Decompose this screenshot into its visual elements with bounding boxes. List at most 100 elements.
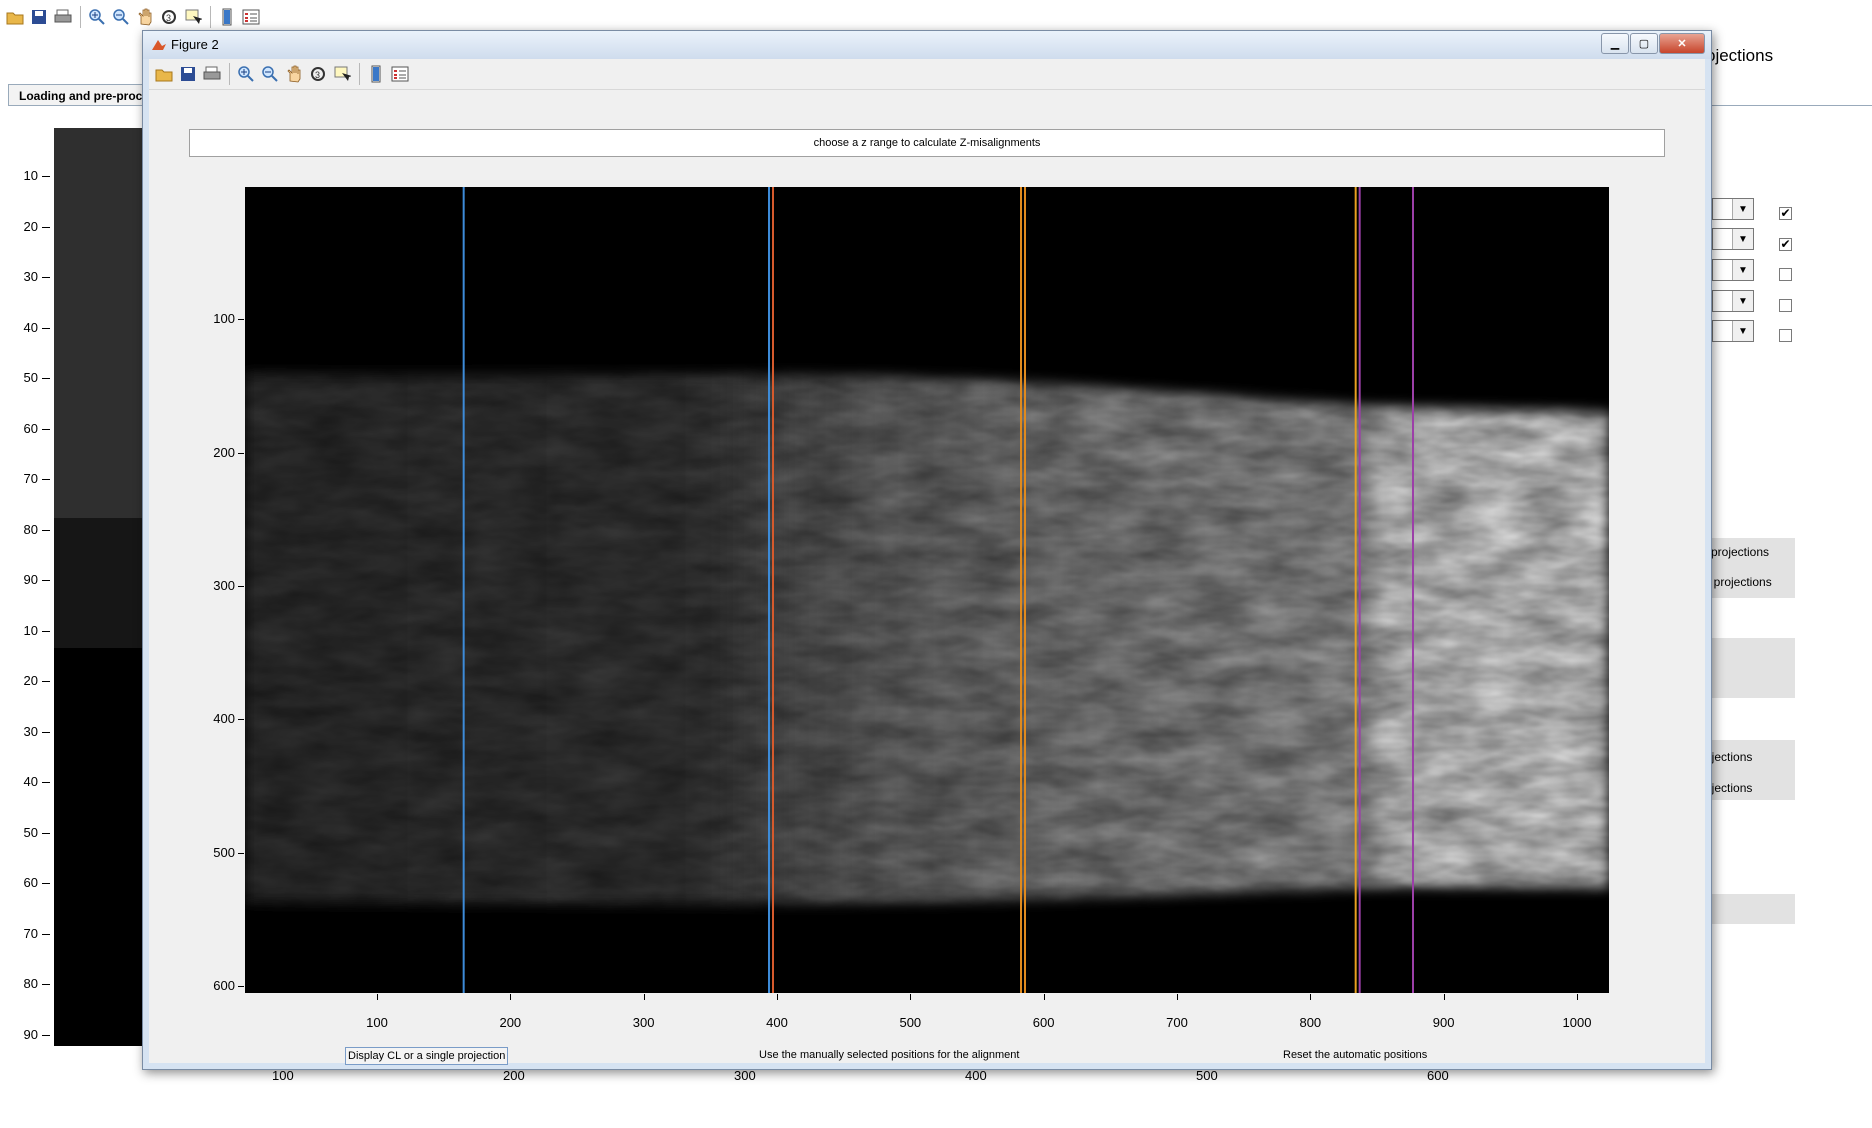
background-checkbox[interactable] — [1779, 329, 1792, 342]
projections-button-2[interactable]: ll projections — [1705, 575, 1772, 589]
background-y-tick: 30 — [0, 269, 50, 284]
plot-y-tick-mark — [238, 719, 244, 721]
colorbar-icon[interactable] — [365, 63, 387, 85]
print-icon[interactable] — [201, 63, 223, 85]
background-x-tick: 400 — [965, 1068, 987, 1083]
dropdown-2[interactable]: ▼ — [1712, 228, 1754, 250]
figure-titlebar[interactable]: Figure 2 ▁ ▢ ✕ — [143, 31, 1711, 59]
plot-x-tick-mark — [1177, 994, 1178, 1000]
zoom-in-icon[interactable] — [86, 6, 108, 28]
background-y-tick: 40 — [0, 320, 50, 335]
background-y-tick: 40 — [0, 774, 50, 789]
background-x-tick: 300 — [734, 1068, 756, 1083]
dropdown-5[interactable]: ▼ — [1712, 320, 1754, 342]
plot-y-tick-mark — [238, 319, 244, 321]
plot-x-tick-mark — [910, 994, 912, 1000]
background-y-tick: 10 — [0, 168, 50, 183]
plot-y-tick-mark — [238, 452, 244, 454]
rotate-icon[interactable]: 3 — [158, 6, 180, 28]
dropdown-3[interactable]: ▼ — [1712, 259, 1754, 281]
colorbar-icon[interactable] — [216, 6, 238, 28]
save-icon[interactable] — [28, 6, 50, 28]
background-y-tick: 80 — [0, 522, 50, 537]
projections-button-4[interactable]: ojections — [1705, 781, 1752, 795]
plot-x-tick-mark — [643, 994, 645, 1000]
svg-text:3: 3 — [315, 70, 320, 80]
plot-x-tick-label: 100 — [366, 1015, 388, 1030]
figure-window: Figure 2 ▁ ▢ ✕ 3 choose a z range to cal… — [142, 30, 1712, 1070]
background-checkbox[interactable]: ✔ — [1779, 237, 1792, 251]
background-y-tick: 30 — [0, 724, 50, 739]
plot-x-tick-label: 400 — [766, 1015, 788, 1030]
background-y-tick: 90 — [0, 572, 50, 587]
plot-x-tick-label: 800 — [1299, 1015, 1322, 1030]
plot-x-tick-label: 200 — [499, 1015, 522, 1030]
dropdown-1[interactable]: ▼ — [1712, 198, 1754, 220]
plot-y-tick-mark — [238, 585, 244, 587]
plot-y-tick-label: 400 — [213, 711, 235, 727]
plot-x-tick-label: 300 — [632, 1015, 655, 1030]
open-icon[interactable] — [153, 63, 175, 85]
data-cursor-icon[interactable] — [182, 6, 204, 28]
background-checkbox[interactable] — [1779, 298, 1792, 312]
tab-loading-preprocessing[interactable]: Loading and pre-proc — [8, 84, 148, 106]
display-cl-button[interactable]: Display CL or a single projection — [345, 1047, 509, 1065]
open-icon[interactable] — [4, 6, 26, 28]
figure-client-area: 3 choose a z range to calculate Z-misali… — [149, 59, 1705, 1065]
background-y-tick: 60 — [0, 421, 50, 436]
background-checkbox[interactable]: ✔ — [1779, 207, 1792, 220]
plot-x-tick-mark — [377, 994, 378, 1000]
minimize-button[interactable]: ▁ — [1601, 33, 1629, 54]
plot-y-tick-label: 500 — [213, 844, 235, 860]
blank-button[interactable] — [1705, 638, 1795, 698]
pan-icon[interactable] — [283, 63, 305, 85]
dropdown-4[interactable]: ▼ — [1712, 290, 1754, 312]
background-x-tick: 500 — [1196, 1068, 1218, 1083]
bottom-right-button[interactable]: s — [1705, 894, 1795, 924]
background-y-tick: 50 — [0, 825, 50, 840]
rotate-icon[interactable]: 3 — [307, 63, 329, 85]
plot-x-tick-mark — [777, 994, 778, 1000]
zoom-in-icon[interactable] — [235, 63, 257, 85]
background-x-tick: 100 — [272, 1068, 294, 1083]
plot-y-tick-label: 300 — [213, 577, 235, 593]
projections-button-1[interactable]: l projections — [1705, 545, 1769, 559]
background-y-tick: 20 — [0, 673, 50, 688]
plot-x-tick-mark — [1577, 994, 1578, 1000]
projection-image-axes[interactable] — [245, 187, 1609, 993]
background-x-tick: 200 — [503, 1068, 525, 1083]
background-y-tick: 10 — [0, 623, 50, 638]
projections-button-group-2: ojections ojections — [1705, 740, 1795, 800]
plot-y-tick-label: 600 — [213, 978, 235, 994]
plot-x-tick-label: 700 — [1166, 1015, 1188, 1030]
figure-title: Figure 2 — [171, 37, 219, 52]
maximize-button[interactable]: ▢ — [1630, 33, 1658, 54]
pan-icon[interactable] — [134, 6, 156, 28]
matlab-icon — [151, 38, 167, 55]
legend-icon[interactable] — [389, 63, 411, 85]
plot-x-tick-label: 900 — [1432, 1015, 1455, 1030]
background-checkbox[interactable] — [1779, 268, 1792, 281]
zoom-out-icon[interactable] — [259, 63, 281, 85]
plot-x-tick-label: 1000 — [1562, 1015, 1592, 1030]
plot-x-tick-mark — [1310, 994, 1312, 1000]
plot-x-tick-label: 600 — [1032, 1015, 1055, 1030]
print-icon[interactable] — [52, 6, 74, 28]
background-y-tick: 80 — [0, 976, 50, 991]
use-manual-positions-button[interactable]: Use the manually selected positions for … — [759, 1047, 1019, 1063]
projections-button-3[interactable]: ojections — [1705, 750, 1752, 764]
data-cursor-icon[interactable] — [331, 63, 353, 85]
background-y-tick: 70 — [0, 926, 50, 941]
legend-icon[interactable] — [240, 6, 262, 28]
reset-automatic-positions-button[interactable]: Reset the automatic positions — [1283, 1047, 1427, 1063]
zoom-out-icon[interactable] — [110, 6, 132, 28]
background-image-axes — [54, 128, 154, 1046]
plot-x-tick-mark — [510, 994, 512, 1000]
projection-image — [245, 187, 1609, 993]
background-y-tick: 60 — [0, 875, 50, 890]
close-button[interactable]: ✕ — [1659, 33, 1705, 54]
svg-text:3: 3 — [166, 13, 171, 23]
save-icon[interactable] — [177, 63, 199, 85]
background-y-tick: 20 — [0, 219, 50, 234]
plot-y-tick-mark — [238, 986, 244, 988]
